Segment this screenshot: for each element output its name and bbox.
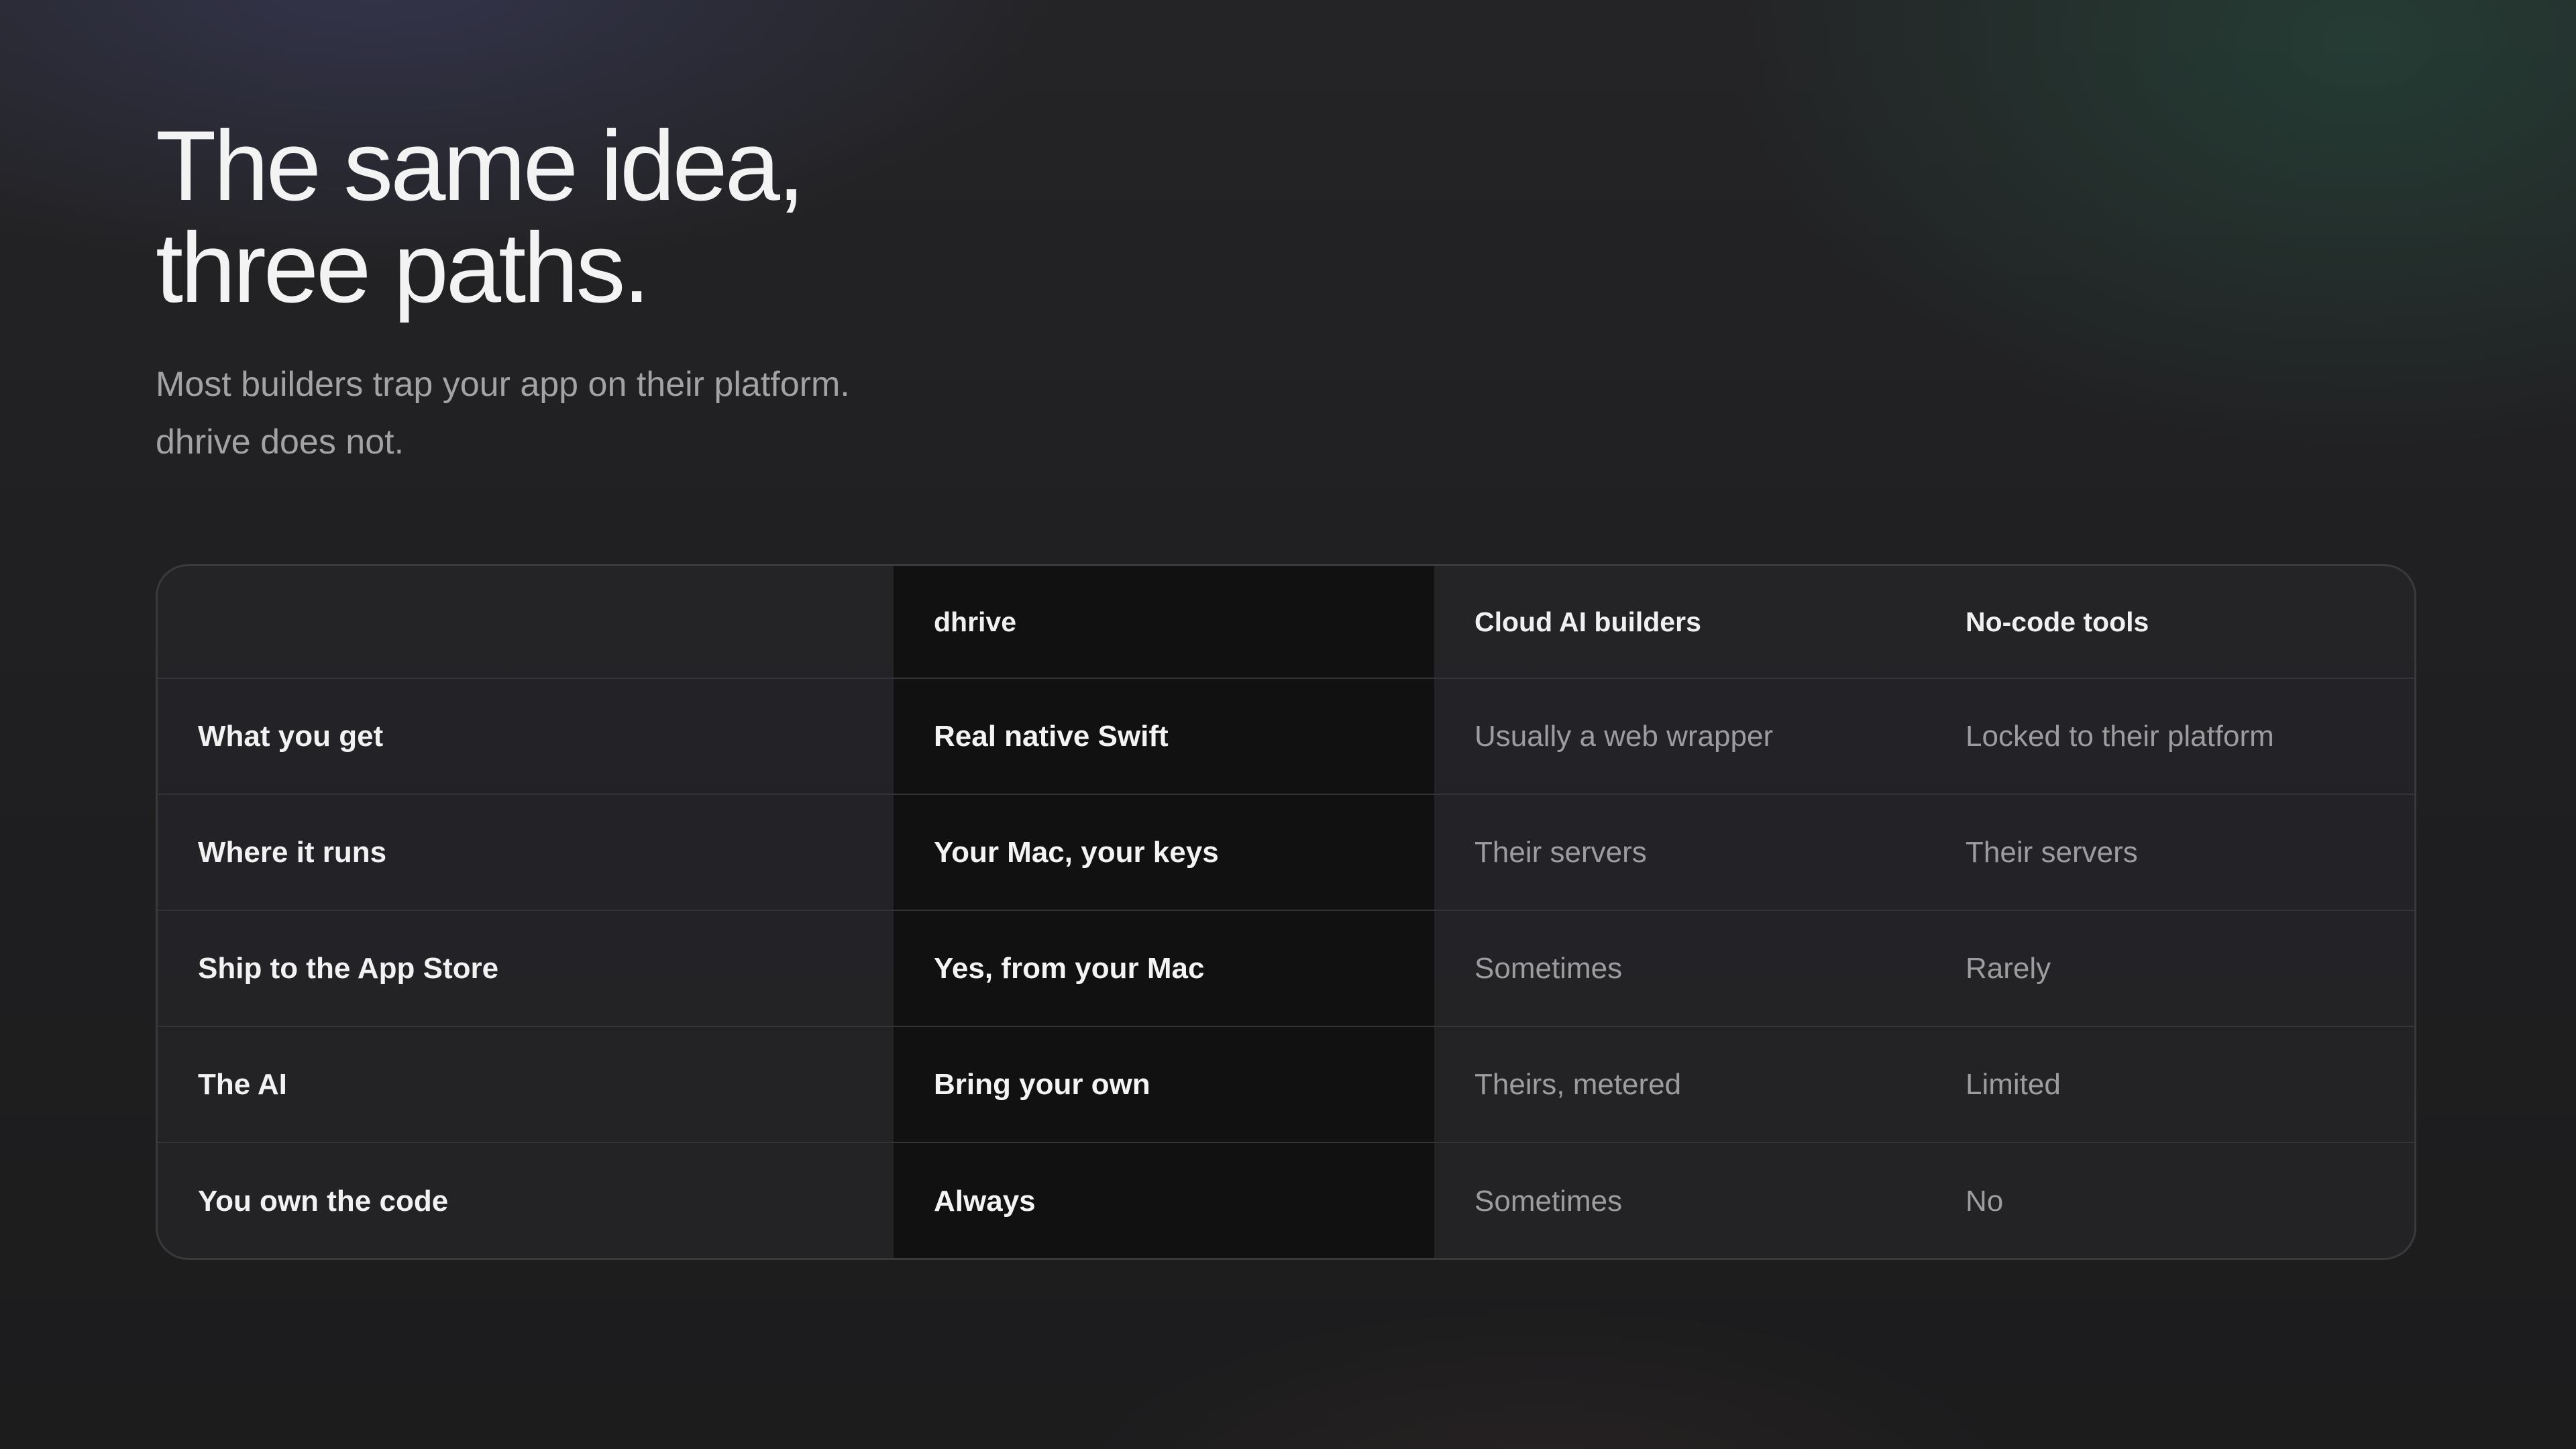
row-feature-label: You own the code [198, 1184, 449, 1218]
row-feature-label: What you get [158, 679, 894, 795]
row-feature-label: Where it runs [158, 795, 894, 911]
page-title: The same idea, three paths. [156, 115, 850, 319]
row-dhrive-value: Yes, from your Mac [894, 911, 1434, 1027]
row-cloud-value: Sometimes [1434, 911, 1925, 1027]
row-cloud-value: Usually a web wrapper [1434, 679, 1925, 795]
row-nocode-value: No [1966, 1184, 2004, 1218]
comparison-grid: dhrive Cloud AI builders No-code tools W… [158, 566, 2414, 1258]
hero-section: The same idea, three paths. Most builder… [156, 115, 850, 471]
comparison-table: dhrive Cloud AI builders No-code tools W… [156, 564, 2416, 1260]
subtitle-line-1: Most builders trap your app on their pla… [156, 365, 850, 404]
row-cloud-value: Sometimes [1474, 1184, 1623, 1218]
row-dhrive-value: Bring your own [894, 1027, 1434, 1143]
row-dhrive-value: Real native Swift [894, 679, 1434, 795]
title-line-2: three paths. [156, 213, 651, 323]
row-nocode-value: Their servers [1925, 795, 2414, 911]
page-subtitle: Most builders trap your app on their pla… [156, 356, 850, 471]
header-feature-cell [158, 566, 894, 679]
row-cloud-value: Theirs, metered [1434, 1027, 1925, 1143]
row-cloud-value: Their servers [1434, 795, 1925, 911]
row-feature-label: Ship to the App Store [158, 911, 894, 1027]
header-cloud-ai-builders: Cloud AI builders [1434, 566, 1925, 679]
subtitle-line-2: dhrive does not. [156, 423, 405, 462]
row-nocode-value: Limited [1925, 1027, 2414, 1143]
row-nocode-value: Rarely [1925, 911, 2414, 1027]
title-line-1: The same idea, [156, 111, 805, 221]
row-nocode-value: Locked to their platform [1925, 679, 2414, 795]
row-dhrive-value: Always [894, 1143, 1434, 1258]
header-no-code-tools: No-code tools [1925, 566, 2414, 679]
row-dhrive-value: Your Mac, your keys [894, 795, 1434, 911]
row-feature-label: The AI [158, 1027, 894, 1143]
header-dhrive: dhrive [894, 566, 1434, 679]
